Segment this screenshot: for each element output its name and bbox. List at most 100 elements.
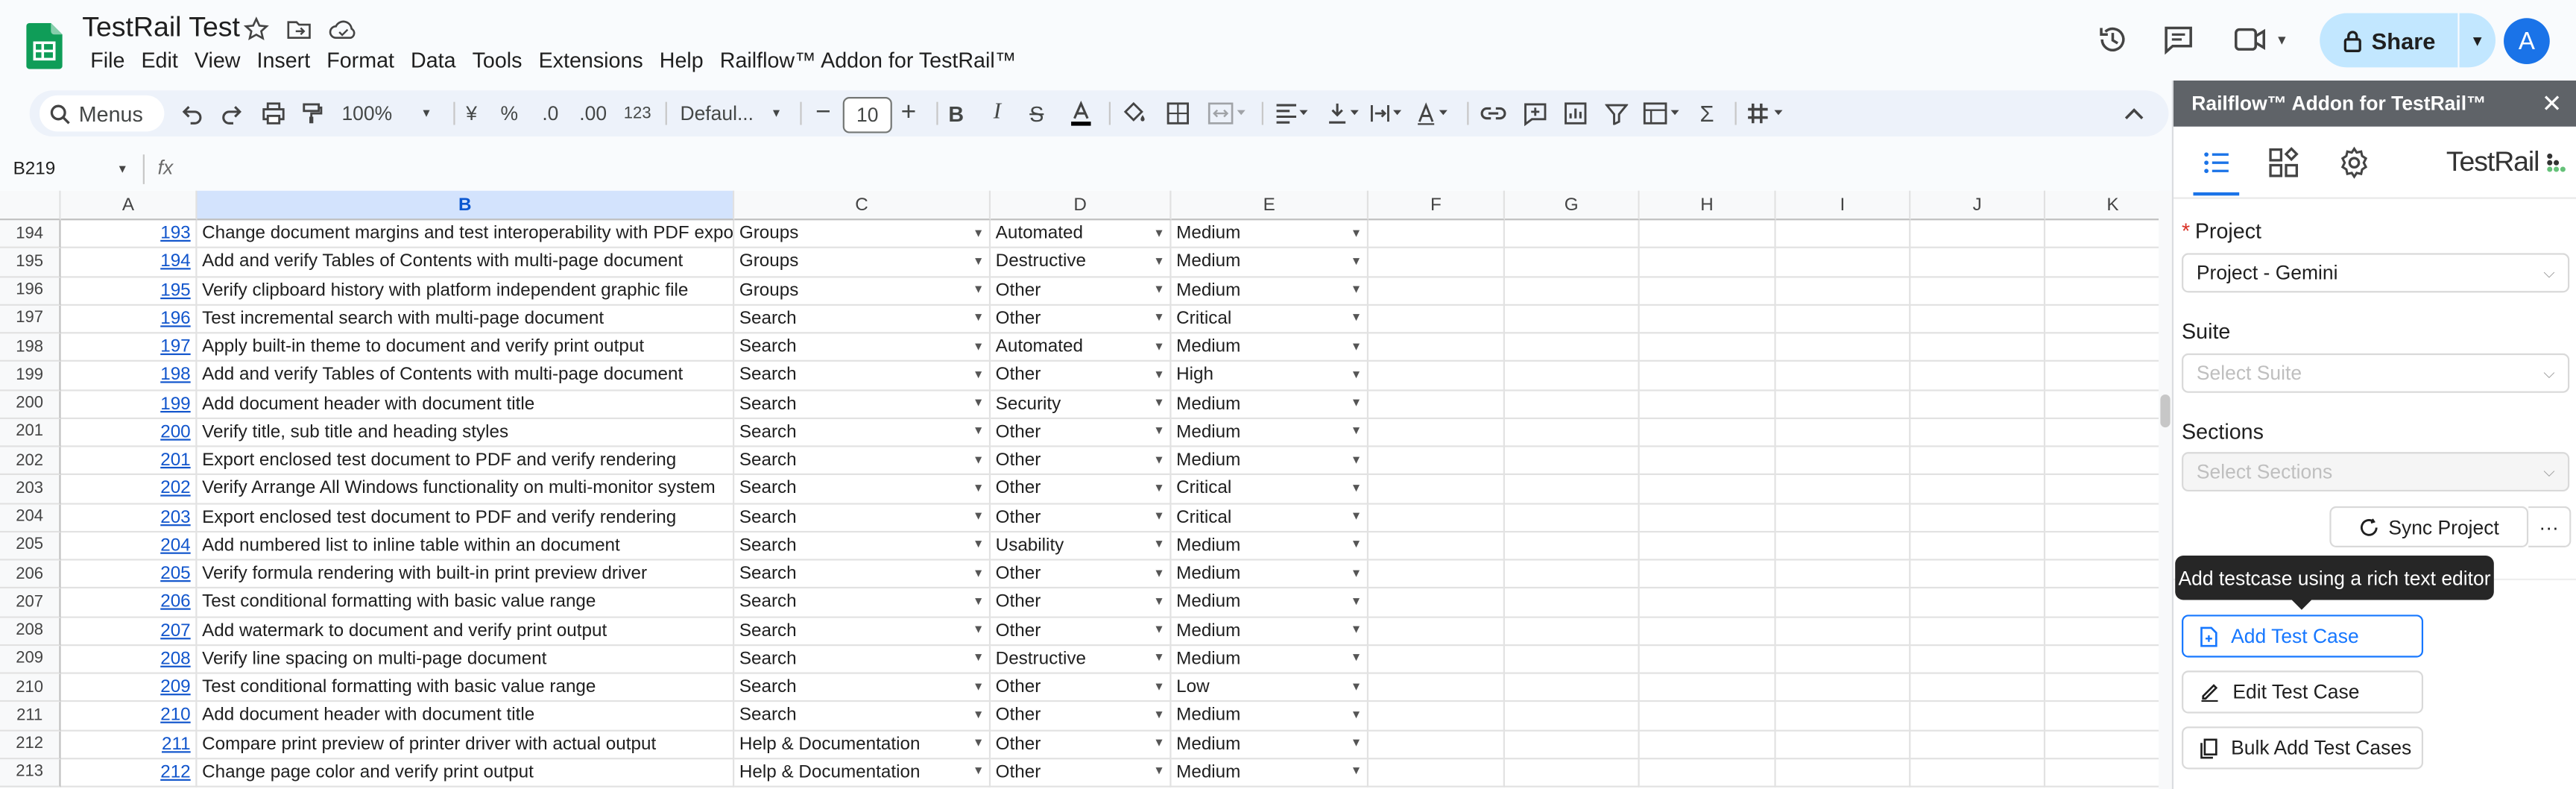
test-case-link[interactable]: 197 (160, 337, 190, 356)
cell-priority[interactable]: Medium ▼ (1171, 532, 1369, 561)
empty-cell[interactable] (1368, 447, 1505, 476)
dropdown-chevron-icon[interactable]: ▼ (1153, 625, 1164, 636)
cell-title[interactable]: Verify Arrange All Windows functionality… (197, 475, 735, 504)
cell-type[interactable]: Other ▼ (991, 560, 1172, 589)
dropdown-chevron-icon[interactable]: ▼ (1153, 653, 1164, 664)
print-icon[interactable] (258, 90, 288, 136)
dropdown-chevron-icon[interactable]: ▼ (973, 568, 984, 579)
empty-cell[interactable] (1639, 475, 1776, 504)
cell-group[interactable]: Groups ▼ (734, 277, 991, 306)
text-rotation-icon[interactable] (1415, 90, 1454, 136)
cell-type[interactable]: Other ▼ (991, 702, 1172, 731)
cell-id[interactable]: 211 (60, 730, 198, 759)
dropdown-chevron-icon[interactable]: ▼ (1153, 682, 1164, 693)
dropdown-chevron-icon[interactable]: ▼ (973, 625, 984, 636)
cell-group[interactable]: Groups ▼ (734, 220, 991, 249)
empty-cell[interactable] (1639, 617, 1776, 646)
test-case-link[interactable]: 198 (160, 365, 190, 385)
star-icon[interactable] (243, 16, 269, 43)
dropdown-chevron-icon[interactable]: ▼ (1351, 653, 1362, 664)
insert-comment-icon[interactable] (1520, 90, 1550, 136)
name-box[interactable]: B219 ▼ (13, 154, 128, 184)
row-number[interactable]: 203 (0, 475, 61, 504)
cell-id[interactable]: 208 (60, 645, 198, 674)
empty-cell[interactable] (1910, 730, 2046, 759)
empty-cell[interactable] (1504, 588, 1640, 617)
empty-cell[interactable] (1368, 503, 1505, 532)
dropdown-chevron-icon[interactable]: ▼ (1153, 285, 1164, 296)
cell-group[interactable]: Search ▼ (734, 418, 991, 447)
empty-cell[interactable] (1368, 702, 1505, 731)
cell-priority[interactable]: Medium ▼ (1171, 702, 1369, 731)
cell-priority[interactable]: Medium ▼ (1171, 277, 1369, 306)
cell-type[interactable]: Other ▼ (991, 418, 1172, 447)
cell-priority[interactable]: Medium ▼ (1171, 447, 1369, 476)
empty-cell[interactable] (2045, 674, 2159, 702)
dropdown-chevron-icon[interactable]: ▼ (1351, 427, 1362, 438)
cell-title[interactable]: Change page color and verify print outpu… (197, 758, 735, 788)
cell-type[interactable]: Other ▼ (991, 617, 1172, 646)
row-number[interactable]: 196 (0, 277, 61, 306)
history-icon[interactable] (2096, 23, 2129, 56)
empty-cell[interactable] (1775, 362, 1911, 391)
dropdown-chevron-icon[interactable]: ▼ (973, 398, 984, 409)
cell-id[interactable]: 200 (60, 418, 198, 447)
fill-color-icon[interactable] (1120, 90, 1146, 136)
cell-group[interactable]: Help & Documentation ▼ (734, 730, 991, 759)
empty-cell[interactable] (1910, 362, 2046, 391)
menu-help[interactable]: Help (651, 48, 712, 74)
empty-cell[interactable] (1910, 532, 2046, 561)
currency-format-button[interactable]: ¥ (460, 90, 483, 136)
increase-font-size-button[interactable]: + (899, 90, 918, 136)
cell-priority[interactable]: Critical ▼ (1171, 305, 1369, 334)
dropdown-chevron-icon[interactable]: ▼ (973, 370, 984, 381)
empty-cell[interactable] (2045, 702, 2159, 731)
empty-cell[interactable] (1639, 588, 1776, 617)
dropdown-chevron-icon[interactable]: ▼ (973, 767, 984, 778)
dropdown-chevron-icon[interactable]: ▼ (973, 710, 984, 721)
empty-cell[interactable] (1775, 702, 1911, 731)
empty-cell[interactable] (1910, 617, 2046, 646)
dropdown-chevron-icon[interactable]: ▼ (1351, 767, 1362, 778)
cell-type[interactable]: Other ▼ (991, 730, 1172, 759)
empty-cell[interactable] (1504, 673, 1640, 702)
column-header-i[interactable]: I (1775, 190, 1911, 221)
empty-cell[interactable] (2045, 617, 2159, 646)
dropdown-chevron-icon[interactable]: ▼ (973, 455, 984, 466)
cell-title[interactable]: Add and verify Tables of Contents with m… (197, 362, 735, 391)
cell-group[interactable]: Search ▼ (734, 362, 991, 391)
empty-cell[interactable] (1504, 447, 1640, 476)
dropdown-chevron-icon[interactable]: ▼ (973, 427, 984, 438)
empty-cell[interactable] (1504, 333, 1640, 362)
cell-group[interactable]: Search ▼ (734, 645, 991, 674)
avatar[interactable]: A (2504, 18, 2550, 64)
dropdown-chevron-icon[interactable]: ▼ (1351, 313, 1362, 324)
tab-apps-icon[interactable] (2267, 146, 2300, 179)
cell-group[interactable]: Search ▼ (734, 532, 991, 561)
cell-id[interactable]: 197 (60, 333, 198, 362)
vertical-align-icon[interactable] (1326, 90, 1366, 136)
test-case-link[interactable]: 212 (160, 762, 190, 782)
cell-title[interactable]: Add document header with document title (197, 702, 735, 731)
dropdown-chevron-icon[interactable]: ▼ (973, 597, 984, 608)
empty-cell[interactable] (1775, 503, 1911, 532)
cell-priority[interactable]: Medium ▼ (1171, 220, 1369, 249)
empty-cell[interactable] (2045, 759, 2159, 788)
test-case-link[interactable]: 203 (160, 507, 190, 526)
empty-cell[interactable] (1368, 248, 1505, 277)
row-number[interactable]: 198 (0, 333, 61, 362)
empty-cell[interactable] (1910, 248, 2046, 277)
empty-cell[interactable] (1775, 390, 1911, 419)
empty-cell[interactable] (1368, 560, 1505, 589)
menu-format[interactable]: Format (318, 48, 402, 74)
cell-title[interactable]: Change document margins and test interop… (197, 220, 735, 249)
redo-icon[interactable] (217, 90, 247, 136)
more-tools-icon[interactable] (1746, 90, 1789, 136)
filter-icon[interactable] (1602, 90, 1632, 136)
dropdown-chevron-icon[interactable]: ▼ (973, 313, 984, 324)
cell-id[interactable]: 207 (60, 617, 198, 646)
cell-type[interactable]: Destructive ▼ (991, 248, 1172, 277)
row-number[interactable]: 201 (0, 418, 61, 447)
empty-cell[interactable] (1368, 305, 1505, 334)
empty-cell[interactable] (1910, 390, 2046, 419)
